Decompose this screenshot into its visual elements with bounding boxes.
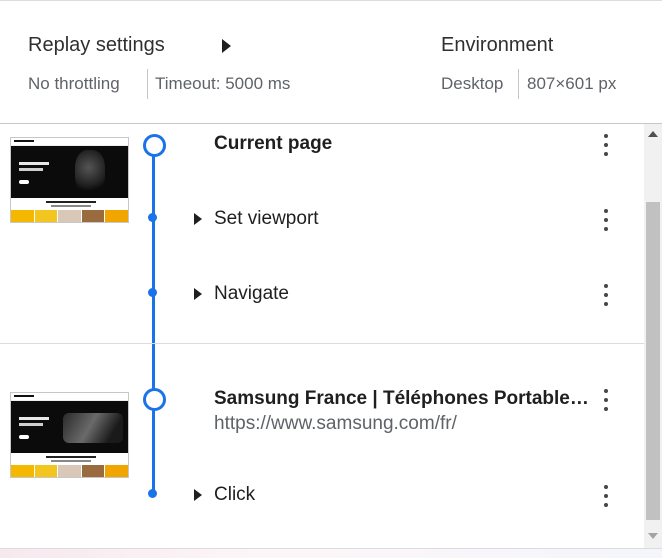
expand-step-icon [194,489,202,501]
meta-divider [518,69,519,99]
step-label: Set viewport [214,208,319,229]
scrollbar-thumb[interactable] [646,202,660,520]
throttling-value: No throttling [28,74,120,93]
expand-step-icon [194,213,202,225]
step-dot-icon [148,288,157,297]
scroll-up-icon[interactable] [648,131,658,137]
step-click[interactable]: Click [190,483,255,507]
section-divider [0,343,644,344]
timeout-value: Timeout: 5000 ms [155,74,291,93]
more-options-icon[interactable] [596,132,616,158]
viewport-value: 807×601 px [527,74,617,93]
more-options-icon[interactable] [596,207,616,233]
step-label: Navigate [214,283,289,304]
recording-steps-list[interactable]: Current page Set viewport Navigate Samsu… [0,124,644,548]
step-dot-icon [148,489,157,498]
step-dot-icon [148,213,157,222]
page-node-icon [143,134,166,157]
more-options-icon[interactable] [596,483,616,509]
meta-divider [147,69,148,99]
replay-settings-expand-icon[interactable] [222,39,231,53]
step-label: Click [214,484,256,505]
more-options-icon[interactable] [596,387,616,413]
settings-header: Replay settings Environment No throttlin… [0,1,662,124]
timeline-line [152,144,155,494]
scroll-down-icon[interactable] [648,533,658,539]
step-navigate[interactable]: Navigate [190,282,289,306]
environment-title: Environment [441,34,554,56]
page-thumbnail [10,392,129,478]
expand-step-icon [194,288,202,300]
section-url: https://www.samsung.com/fr/ [214,413,457,434]
page-node-icon [143,388,166,411]
section-title: Current page [214,133,333,154]
step-set-viewport[interactable]: Set viewport [190,207,319,231]
device-value: Desktop [441,74,504,93]
more-options-icon[interactable] [596,282,616,308]
page-thumbnail [10,137,129,223]
section-title: Samsung France | Téléphones Portables, T… [214,388,590,409]
vertical-scrollbar[interactable] [644,124,662,548]
replay-settings-title: Replay settings [28,34,165,56]
